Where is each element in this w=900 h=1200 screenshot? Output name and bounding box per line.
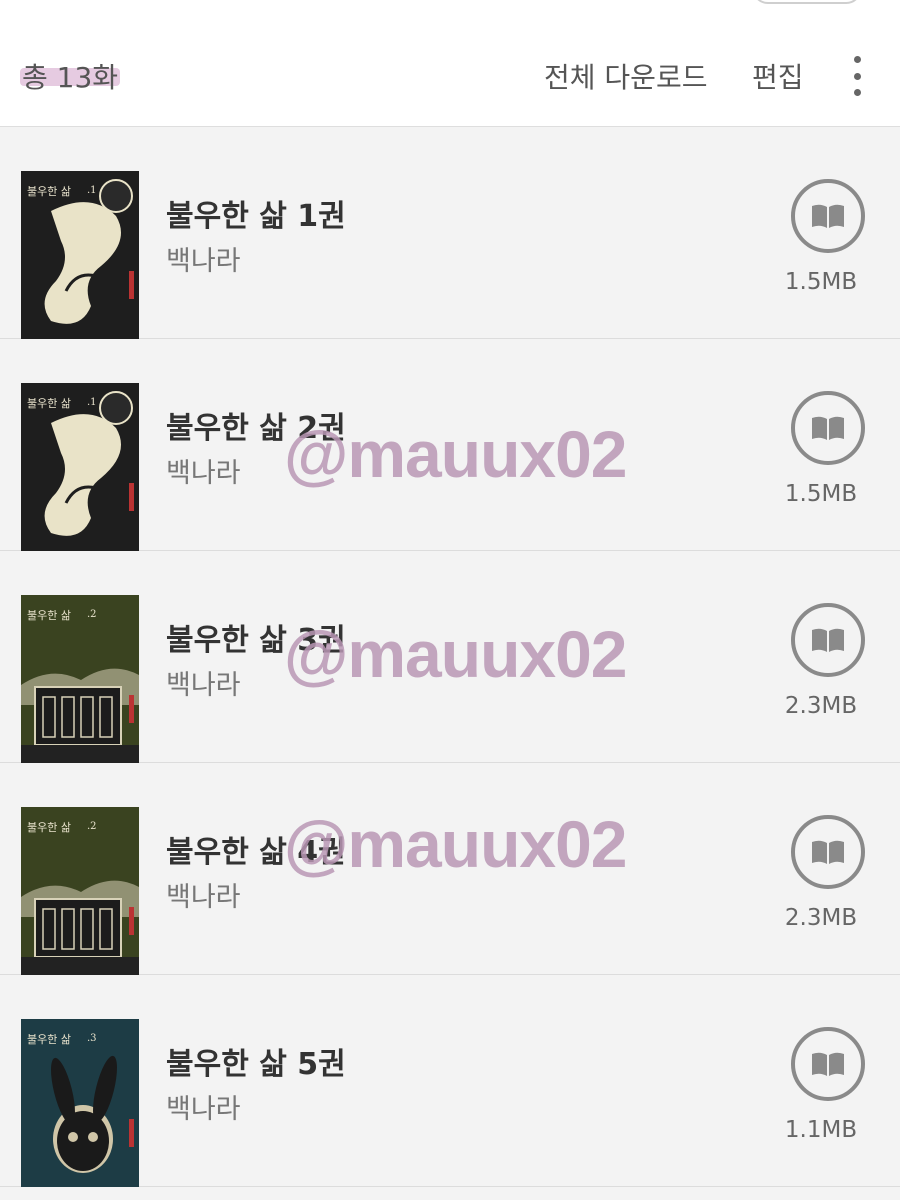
- read-button[interactable]: [791, 1027, 865, 1101]
- file-size: 2.3MB: [784, 905, 858, 931]
- svg-text:.1: .1: [87, 397, 97, 408]
- volume-title[interactable]: 불우한 삶 3권: [166, 615, 346, 659]
- file-size: 1.1MB: [784, 1117, 858, 1143]
- svg-text:불우한 삶: 불우한 삶: [27, 609, 71, 622]
- cover-art: 불우한 삶 .2: [21, 595, 139, 763]
- book-cover[interactable]: 불우한 삶 .1: [21, 171, 139, 339]
- volume-list: 불우한 삶 .1 불우한 삶 1권 백나라 1.5MB 불우한 삶 .1 불우한 삶…: [0, 127, 900, 1187]
- author-name: 백나라: [166, 1094, 241, 1125]
- list-item[interactable]: 불우한 삶 .1 불우한 삶 2권 백나라 1.5MB: [0, 339, 900, 551]
- edit-button[interactable]: 편집: [752, 56, 804, 96]
- cover-art: 불우한 삶 .1: [21, 171, 139, 339]
- svg-text:불우한 삶: 불우한 삶: [27, 397, 71, 410]
- svg-text:.1: .1: [87, 185, 97, 196]
- read-button[interactable]: [791, 603, 865, 677]
- book-cover[interactable]: 불우한 삶 .2: [21, 807, 139, 975]
- cover-art: 불우한 삶 .2: [21, 807, 139, 975]
- list-item[interactable]: 불우한 삶 .2 불우한 삶 3권 백나라 2.3MB: [0, 551, 900, 763]
- cover-art: 불우한 삶 .3: [21, 1019, 139, 1187]
- svg-text:.3: .3: [87, 1033, 97, 1044]
- list-header: 총 13화 전체 다운로드 편집: [0, 0, 900, 127]
- read-button[interactable]: [791, 179, 865, 253]
- episode-count: 총 13화: [22, 61, 119, 94]
- svg-text:.2: .2: [87, 821, 97, 832]
- open-book-icon: [812, 840, 844, 864]
- file-size: 2.3MB: [784, 693, 858, 719]
- volume-title[interactable]: 불우한 삶 2권: [166, 403, 346, 447]
- list-item[interactable]: 불우한 삶 .3 불우한 삶 5권 백나라 1.1MB: [0, 975, 900, 1187]
- svg-text:불우한 삶: 불우한 삶: [27, 1033, 71, 1046]
- volume-title[interactable]: 불우한 삶 4권: [166, 827, 346, 871]
- author-name: 백나라: [166, 458, 241, 489]
- volume-title[interactable]: 불우한 삶 5권: [166, 1039, 346, 1083]
- open-book-icon: [812, 628, 844, 652]
- book-cover[interactable]: 불우한 삶 .3: [21, 1019, 139, 1187]
- book-cover[interactable]: 불우한 삶 .2: [21, 595, 139, 763]
- svg-text:불우한 삶: 불우한 삶: [27, 185, 71, 198]
- file-size: 1.5MB: [784, 481, 858, 507]
- more-vertical-icon[interactable]: [842, 56, 872, 96]
- file-size: 1.5MB: [784, 269, 858, 295]
- volume-title[interactable]: 불우한 삶 1권: [166, 191, 346, 235]
- author-name: 백나라: [166, 670, 241, 701]
- open-book-icon: [812, 204, 844, 228]
- list-item[interactable]: 불우한 삶 .2 불우한 삶 4권 백나라 2.3MB: [0, 763, 900, 975]
- svg-text:.2: .2: [87, 609, 97, 620]
- author-name: 백나라: [166, 882, 241, 913]
- list-item[interactable]: 불우한 삶 .1 불우한 삶 1권 백나라 1.5MB: [0, 127, 900, 339]
- top-pill-button[interactable]: [752, 0, 862, 4]
- read-button[interactable]: [791, 815, 865, 889]
- open-book-icon: [812, 416, 844, 440]
- read-button[interactable]: [791, 391, 865, 465]
- book-cover[interactable]: 불우한 삶 .1: [21, 383, 139, 551]
- open-book-icon: [812, 1052, 844, 1076]
- svg-text:불우한 삶: 불우한 삶: [27, 821, 71, 834]
- author-name: 백나라: [166, 246, 241, 277]
- download-all-button[interactable]: 전체 다운로드: [544, 56, 707, 96]
- cover-art: 불우한 삶 .1: [21, 383, 139, 551]
